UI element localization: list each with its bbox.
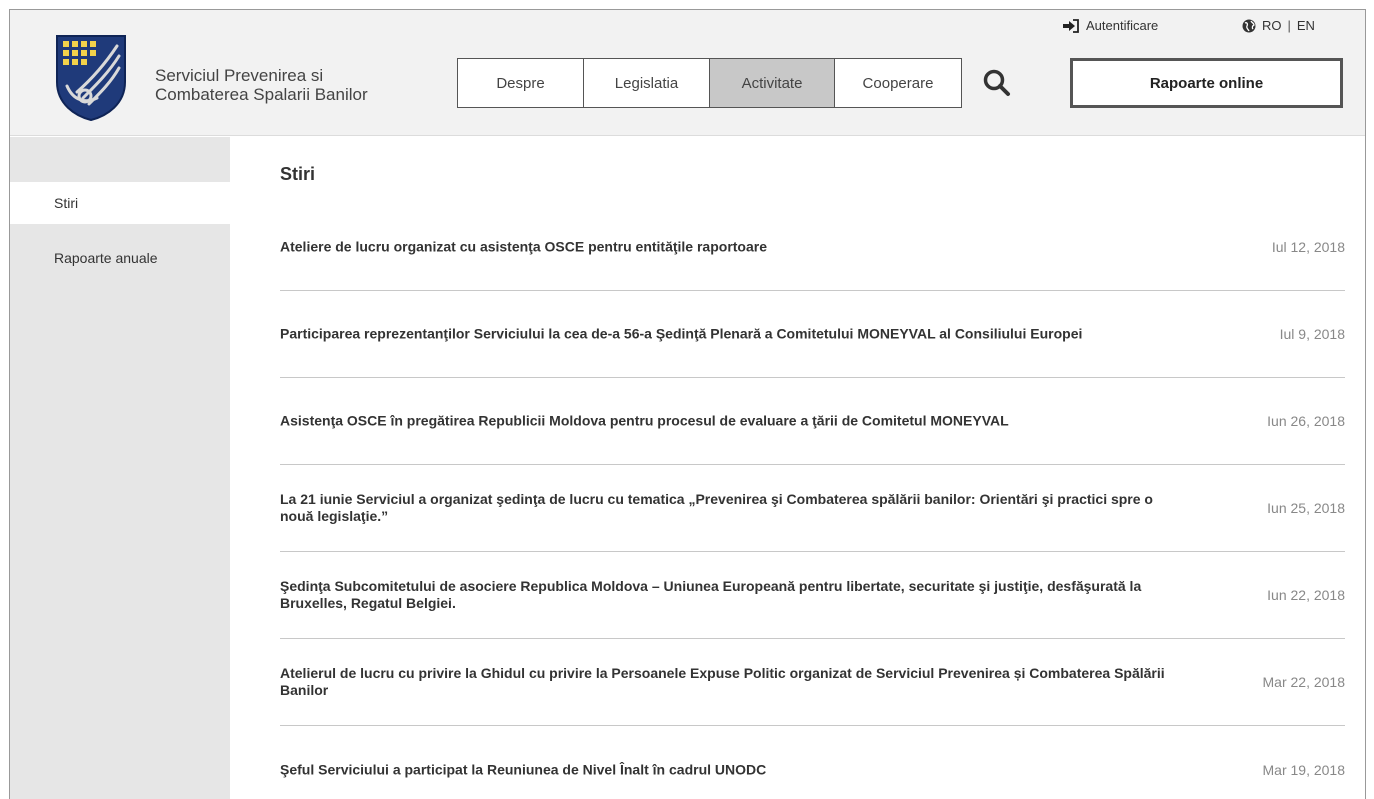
news-title[interactable]: Participarea reprezentanţilor Serviciulu…: [280, 326, 1180, 343]
news-title[interactable]: Şeful Serviciului a participat la Reuniu…: [280, 761, 1180, 778]
news-title[interactable]: Ateliere de lucru organizat cu asistenţa…: [280, 239, 1180, 256]
lang-en[interactable]: EN: [1297, 18, 1315, 33]
news-title[interactable]: Şedinţa Subcomitetului de asociere Repub…: [280, 578, 1180, 612]
news-title[interactable]: Asistenţa OSCE în pregătirea Republicii …: [280, 413, 1180, 430]
coat-of-arms-logo[interactable]: [55, 34, 127, 122]
sidebar: Stiri Rapoarte anuale: [10, 137, 230, 799]
news-item: Participarea reprezentanţilor Serviciulu…: [280, 291, 1345, 378]
news-date: Iun 26, 2018: [1267, 413, 1345, 429]
news-title[interactable]: La 21 iunie Serviciul a organizat şedinţ…: [280, 491, 1180, 525]
nav-despre[interactable]: Despre: [458, 59, 584, 107]
globe-icon: [1242, 19, 1256, 32]
news-list: Ateliere de lucru organizat cu asistenţa…: [280, 204, 1345, 799]
search-icon[interactable]: [982, 68, 1012, 98]
nav-cooperare[interactable]: Cooperare: [835, 59, 961, 107]
news-date: Iul 12, 2018: [1271, 239, 1345, 255]
news-date: Iun 22, 2018: [1267, 587, 1345, 603]
site-header: Serviciul Prevenirea si Combaterea Spala…: [10, 10, 1365, 136]
nav-activitate[interactable]: Activitate: [710, 59, 835, 107]
login-label: Autentificare: [1086, 18, 1159, 33]
news-date: Iul 9, 2018: [1279, 326, 1345, 342]
sidebar-item-rapoarte-anuale[interactable]: Rapoarte anuale: [10, 237, 230, 279]
online-reports-button[interactable]: Rapoarte online: [1070, 58, 1343, 108]
news-date: Mar 22, 2018: [1262, 674, 1346, 690]
language-switcher: RO | EN: [1242, 18, 1315, 33]
news-item: La 21 iunie Serviciul a organizat şedinţ…: [280, 465, 1345, 552]
news-item: Şedinţa Subcomitetului de asociere Repub…: [280, 552, 1345, 639]
sidebar-item-stiri[interactable]: Stiri: [10, 182, 230, 224]
nav-legislatia[interactable]: Legislatia: [584, 59, 710, 107]
news-item: Şeful Serviciului a participat la Reuniu…: [280, 726, 1345, 799]
site-name-line1: Serviciul Prevenirea si: [155, 66, 324, 85]
site-name-line2: Combaterea Spalarii Banilor: [155, 85, 368, 104]
news-item: Ateliere de lucru organizat cu asistenţa…: [280, 204, 1345, 291]
news-title[interactable]: Atelierul de lucru cu privire la Ghidul …: [280, 665, 1180, 699]
sign-in-icon: [1063, 18, 1079, 33]
news-item: Asistenţa OSCE în pregătirea Republicii …: [280, 378, 1345, 465]
news-item: Atelierul de lucru cu privire la Ghidul …: [280, 639, 1345, 726]
lang-ro[interactable]: RO: [1262, 18, 1282, 33]
news-date: Iun 25, 2018: [1267, 500, 1345, 516]
site-name[interactable]: Serviciul Prevenirea si Combaterea Spala…: [155, 66, 368, 104]
page-title: Stiri: [280, 164, 316, 184]
login-link[interactable]: Autentificare: [1062, 18, 1158, 33]
news-date: Mar 19, 2018: [1262, 761, 1346, 778]
main-nav: Despre Legislatia Activitate Cooperare: [457, 58, 962, 108]
lang-separator: |: [1287, 18, 1291, 33]
page-frame: Serviciul Prevenirea si Combaterea Spala…: [9, 9, 1366, 799]
